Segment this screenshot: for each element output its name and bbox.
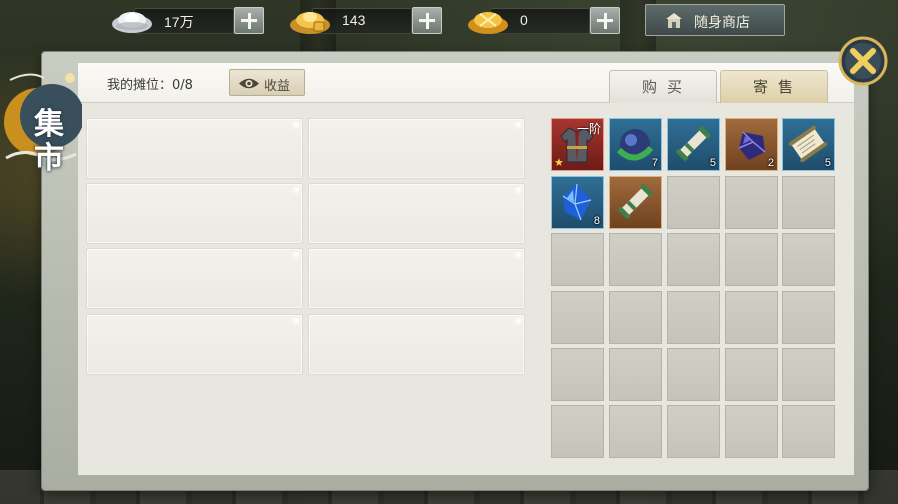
item-count: 5 — [709, 157, 716, 169]
inventory-slot-empty[interactable] — [609, 291, 662, 344]
scroll-icon — [618, 184, 653, 219]
market-title: 集 市 — [34, 107, 64, 176]
item-count: 7 — [651, 157, 658, 169]
inventory-slot-empty[interactable] — [667, 405, 720, 458]
inventory-item-scroll[interactable]: 5 — [667, 118, 720, 171]
add-gold-button[interactable] — [412, 7, 442, 34]
inventory-slot-empty[interactable] — [725, 348, 778, 401]
inventory-slot-empty[interactable] — [551, 233, 604, 286]
gold-ingot-icon — [290, 12, 330, 34]
stall-slot[interactable] — [308, 183, 525, 244]
inventory-slot-empty[interactable] — [667, 233, 720, 286]
bound-gold-ingot-icon — [468, 12, 508, 34]
inventory-slot-empty[interactable] — [667, 291, 720, 344]
inventory-slot-empty[interactable] — [782, 348, 835, 401]
gold-amount: 143 — [342, 12, 366, 28]
stall-slot[interactable] — [308, 248, 525, 309]
item-tier: 一阶 — [576, 122, 601, 136]
portable-shop-button[interactable]: 随身商店 — [645, 4, 785, 36]
inventory-slot-empty[interactable] — [725, 176, 778, 229]
stall-slot[interactable] — [86, 314, 303, 375]
shop-icon — [666, 13, 682, 28]
market-title-emblem: 集 市 — [0, 50, 82, 190]
stall-slot[interactable] — [86, 183, 303, 244]
tab-buy[interactable]: 购买 — [609, 70, 717, 103]
inventory-item-robe[interactable]: 一阶 ★ — [551, 118, 604, 171]
stall-slot[interactable] — [86, 118, 303, 179]
item-count: 8 — [593, 215, 600, 227]
silver-amount: 17万 — [164, 14, 194, 30]
stall-slot[interactable] — [308, 314, 525, 375]
inventory-item-paper-scroll[interactable]: 5 — [782, 118, 835, 171]
stall-slot[interactable] — [308, 118, 525, 179]
star-icon: ★ — [554, 156, 564, 169]
inventory-slot-empty[interactable] — [609, 405, 662, 458]
inventory-item-blue-crystal[interactable]: 8 — [551, 176, 604, 229]
eye-icon — [239, 78, 259, 89]
inventory-slot-empty[interactable] — [609, 233, 662, 286]
item-count: 2 — [767, 157, 774, 169]
portable-shop-label: 随身商店 — [694, 15, 750, 31]
item-count: 5 — [824, 157, 831, 169]
inventory-slot-empty[interactable] — [551, 348, 604, 401]
silver-ingot-icon — [112, 12, 152, 33]
inventory-item-scroll[interactable] — [609, 176, 662, 229]
inventory-item-purple-gem[interactable]: 2 — [725, 118, 778, 171]
inventory-slot-empty[interactable] — [782, 291, 835, 344]
currency-bound-gold: 0 — [466, 6, 622, 36]
inventory-slot-empty[interactable] — [725, 233, 778, 286]
inventory-slot-empty[interactable] — [725, 405, 778, 458]
close-button[interactable] — [838, 36, 888, 86]
add-bound-gold-button[interactable] — [590, 7, 620, 34]
inventory-slot-empty[interactable] — [667, 176, 720, 229]
bound-gold-amount: 0 — [520, 12, 528, 28]
inventory-slot-empty[interactable] — [782, 233, 835, 286]
stall-slot[interactable] — [86, 248, 303, 309]
currency-gold: 143 — [288, 6, 444, 36]
inventory-item-jade-orb[interactable]: 7 — [609, 118, 662, 171]
inventory-slot-empty[interactable] — [782, 405, 835, 458]
income-button[interactable]: 收益 — [229, 69, 305, 96]
inventory-slot-empty[interactable] — [782, 176, 835, 229]
inventory-slot-empty[interactable] — [609, 348, 662, 401]
inventory-slot-empty[interactable] — [551, 405, 604, 458]
currency-silver: 17万 — [110, 6, 266, 36]
inventory-slot-empty[interactable] — [667, 348, 720, 401]
income-label: 收益 — [264, 79, 291, 94]
tab-consign[interactable]: 寄售 — [720, 70, 828, 103]
my-stall-count: 我的摊位：0/8 — [107, 78, 193, 93]
add-silver-button[interactable] — [234, 7, 264, 34]
inventory-slot-empty[interactable] — [551, 291, 604, 344]
inventory-slot-empty[interactable] — [725, 291, 778, 344]
